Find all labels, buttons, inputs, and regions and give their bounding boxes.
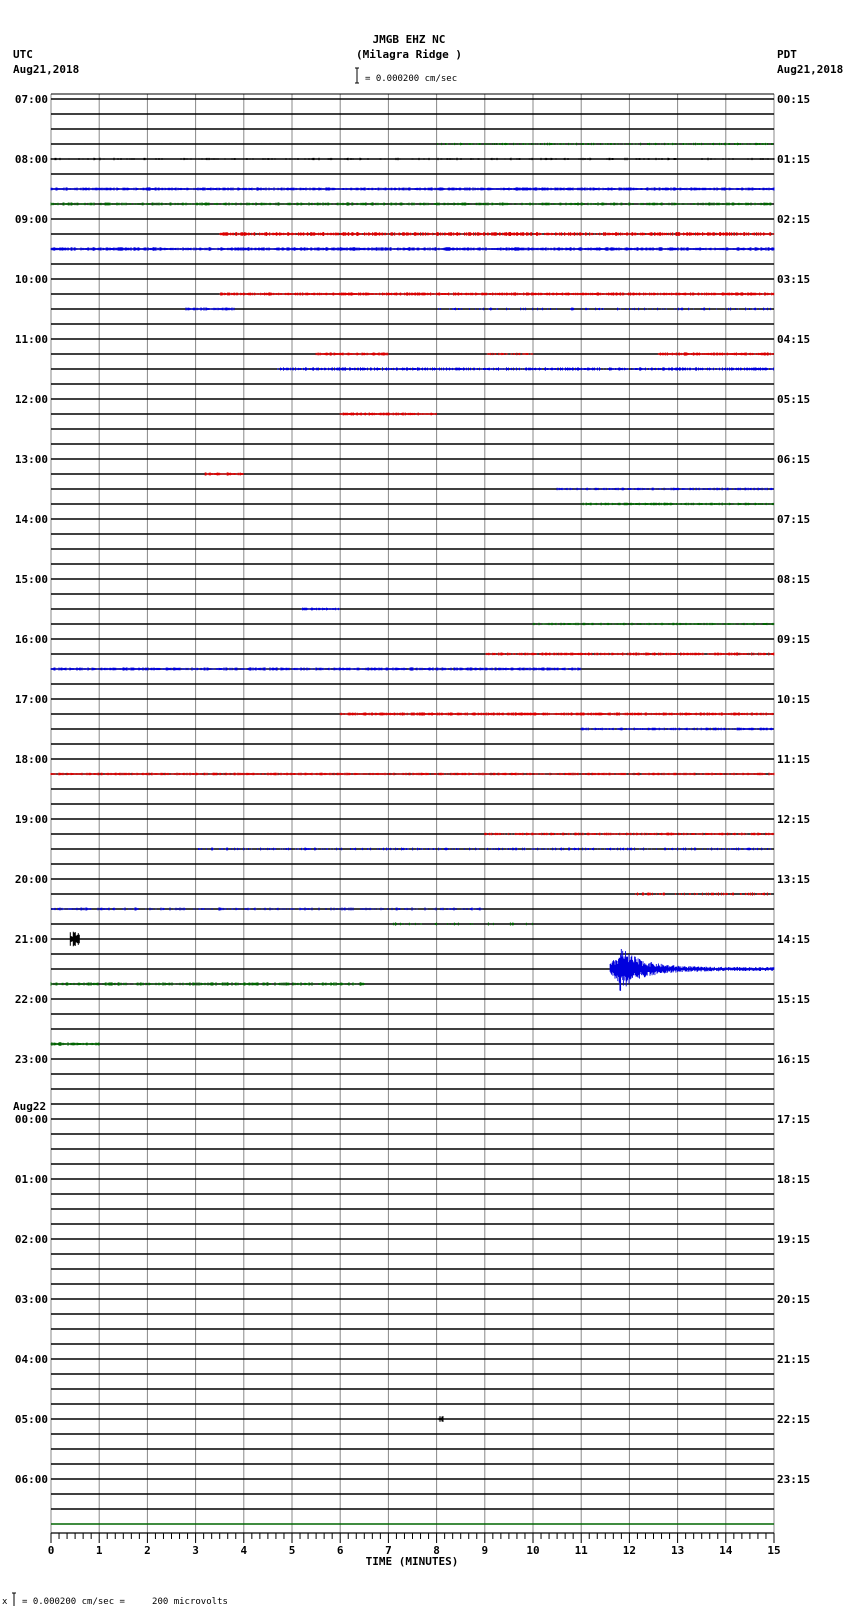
pdt-hour-label: 14:15	[777, 933, 810, 946]
pdt-hour-label: 16:15	[777, 1053, 810, 1066]
utc-hour-label: 15:00	[15, 573, 48, 586]
trace-signal	[277, 367, 774, 371]
trace-signal	[339, 712, 774, 716]
trace-signal	[50, 1042, 100, 1046]
scale-bar-icon	[355, 67, 359, 84]
pdt-hour-label: 12:15	[777, 813, 810, 826]
x-tick-label: 6	[337, 1544, 344, 1557]
pdt-hour-label: 01:15	[777, 153, 810, 166]
pdt-hour-label: 17:15	[777, 1113, 810, 1126]
trace-signal	[219, 232, 775, 236]
x-tick-label: 1	[96, 1544, 103, 1557]
footer-marker: x	[2, 1597, 8, 1607]
trace-signal	[485, 652, 775, 656]
station-location: (Milagra Ridge )	[356, 48, 462, 61]
pdt-hour-label: 18:15	[777, 1173, 810, 1186]
pdt-hour-label: 04:15	[777, 333, 810, 346]
x-tick-label: 10	[526, 1544, 539, 1557]
utc-hour-label: 09:00	[15, 213, 48, 226]
utc-hour-label: 17:00	[15, 693, 48, 706]
trace-signal	[50, 247, 775, 251]
pdt-hour-label: 09:15	[777, 633, 810, 646]
utc-hour-label: 12:00	[15, 393, 48, 406]
x-tick-label: 12	[623, 1544, 636, 1557]
pdt-hour-label: 22:15	[777, 1413, 810, 1426]
trace-signal	[50, 187, 775, 191]
trace-signal	[301, 607, 341, 611]
x-tick-label: 0	[48, 1544, 55, 1557]
station-title: JMGB EHZ NC	[373, 33, 446, 46]
trace-signal	[339, 412, 437, 416]
utc-hour-label: 16:00	[15, 633, 48, 646]
trace-signal	[185, 307, 235, 311]
pdt-hour-label: 13:15	[777, 873, 810, 886]
pdt-hour-label: 19:15	[777, 1233, 810, 1246]
trace-signal	[315, 352, 389, 356]
trace-signal	[437, 142, 774, 146]
pdt-hour-label: 15:15	[777, 993, 810, 1006]
right-date: Aug21,2018	[777, 63, 843, 76]
utc-hour-label: 03:00	[15, 1293, 48, 1306]
utc-hour-label: 13:00	[15, 453, 48, 466]
trace-signal	[69, 931, 80, 947]
trace-signal	[438, 1416, 444, 1422]
utc-hour-label: 14:00	[15, 513, 48, 526]
x-tick-label: 3	[192, 1544, 199, 1557]
pdt-hour-label: 02:15	[777, 213, 810, 226]
right-timezone: PDT	[777, 48, 797, 61]
utc-hour-label: 02:00	[15, 1233, 48, 1246]
utc-hour-label: 10:00	[15, 273, 48, 286]
x-axis-title: TIME (MINUTES)	[366, 1555, 459, 1568]
utc-hour-label: 18:00	[15, 753, 48, 766]
trace-signal	[219, 292, 775, 296]
utc-hour-label: 08:00	[15, 153, 48, 166]
pdt-hour-label: 08:15	[777, 573, 810, 586]
pdt-hour-label: 11:15	[777, 753, 810, 766]
utc-hour-label: 06:00	[15, 1473, 48, 1486]
x-tick-label: 4	[240, 1544, 247, 1557]
x-tick-label: 9	[481, 1544, 488, 1557]
grid	[50, 93, 775, 1533]
utc-hour-label: 07:00	[15, 93, 48, 106]
utc-hour-label: 01:00	[15, 1173, 48, 1186]
trace-signal	[50, 667, 582, 671]
footer-scale-bar-icon	[12, 1592, 16, 1606]
pdt-hour-label: 05:15	[777, 393, 810, 406]
utc-hour-label: 22:00	[15, 993, 48, 1006]
utc-date-change-label: Aug22	[13, 1100, 46, 1113]
utc-hour-label: 04:00	[15, 1353, 48, 1366]
x-tick-label: 11	[575, 1544, 589, 1557]
traces	[50, 98, 775, 1525]
x-tick-label: 14	[719, 1544, 733, 1557]
x-tick-label: 15	[767, 1544, 780, 1557]
helicorder-plot: JMGB EHZ NC (Milagra Ridge ) UTC Aug21,2…	[2, 33, 843, 1607]
x-tick-label: 2	[144, 1544, 151, 1557]
trace-signal	[50, 772, 775, 776]
pdt-hour-label: 00:15	[777, 93, 810, 106]
utc-hour-label: 00:00	[15, 1113, 48, 1126]
utc-hour-label: 23:00	[15, 1053, 48, 1066]
left-timezone: UTC	[13, 48, 33, 61]
pdt-hour-label: 07:15	[777, 513, 810, 526]
pdt-hour-label: 21:15	[777, 1353, 810, 1366]
utc-hour-label: 19:00	[15, 813, 48, 826]
trace-signal	[204, 472, 244, 476]
x-tick-label: 5	[289, 1544, 296, 1557]
utc-hour-label: 21:00	[15, 933, 48, 946]
x-tick-label: 13	[671, 1544, 684, 1557]
pdt-hour-label: 10:15	[777, 693, 810, 706]
footer-scale-text: = 0.000200 cm/sec = 200 microvolts	[22, 1597, 228, 1607]
pdt-hour-label: 20:15	[777, 1293, 810, 1306]
utc-hour-label: 05:00	[15, 1413, 48, 1426]
utc-hour-label: 20:00	[15, 873, 48, 886]
pdt-hour-label: 23:15	[777, 1473, 810, 1486]
utc-hour-label: 11:00	[15, 333, 48, 346]
trace-signal	[657, 352, 774, 356]
scale-text: = 0.000200 cm/sec	[365, 74, 457, 84]
pdt-hour-label: 06:15	[777, 453, 810, 466]
left-date: Aug21,2018	[13, 63, 79, 76]
x-axis: 0 1 2 3 4 5 6 7 8 9 10 11 12 13 14 15	[48, 1532, 781, 1557]
pdt-hour-label: 03:15	[777, 273, 810, 286]
